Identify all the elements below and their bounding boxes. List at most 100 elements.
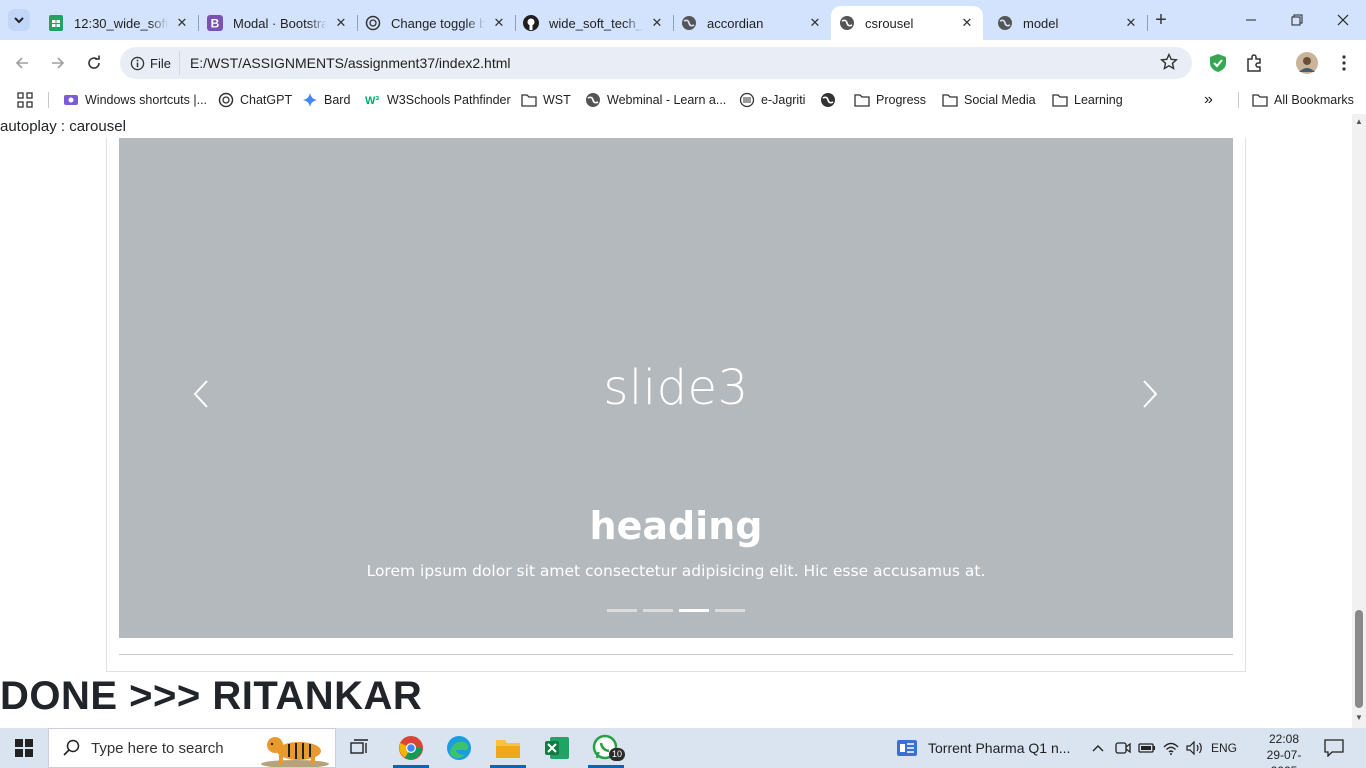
info-icon (130, 56, 145, 70)
close-icon[interactable]: ✕ (1123, 15, 1139, 31)
tab-accordian[interactable]: accordian ✕ (673, 6, 831, 40)
taskbar-edge[interactable] (435, 728, 483, 768)
globe-icon (839, 15, 855, 31)
tab-csrousel[interactable]: csrousel ✕ (831, 6, 983, 40)
language-indicator[interactable]: ENG (1210, 738, 1238, 758)
chevron-down-icon (14, 17, 24, 24)
battery-icon[interactable] (1137, 738, 1157, 758)
taskbar-file-explorer[interactable] (484, 728, 532, 768)
w3schools-icon: W³ (365, 92, 381, 108)
clock-time: 22:08 (1268, 732, 1300, 746)
svg-text:W³: W³ (365, 95, 379, 107)
apps-grid-button[interactable] (17, 90, 33, 110)
menu-kebab-icon[interactable] (1333, 52, 1355, 74)
close-icon[interactable]: ✕ (333, 15, 349, 31)
system-clock[interactable]: 22:08 29-07-2025 (1254, 731, 1314, 768)
close-icon[interactable]: ✕ (807, 15, 823, 31)
profile-avatar[interactable] (1296, 52, 1318, 74)
tab-bootstrap[interactable]: B Modal · Bootstra ✕ (199, 6, 358, 40)
reload-icon (88, 55, 100, 69)
scroll-down-arrow-icon[interactable]: ▼ (1355, 714, 1363, 722)
tab-title: accordian (707, 15, 764, 31)
site-info-button[interactable]: File (126, 51, 180, 75)
tray-overflow-chevron-icon[interactable] (1088, 738, 1108, 758)
tab-search-button[interactable] (8, 9, 30, 31)
close-icon[interactable]: ✕ (174, 15, 190, 31)
taskbar-chrome[interactable] (387, 728, 435, 768)
back-button[interactable] (8, 49, 36, 77)
bookmark-globe[interactable] (820, 90, 842, 110)
arrow-left-icon (15, 57, 28, 69)
task-view-button[interactable] (336, 728, 384, 768)
scrollbar-thumb[interactable] (1355, 610, 1363, 708)
tab-chatgpt[interactable]: Change toggle b ✕ (357, 6, 516, 40)
bookmark-learning[interactable]: Learning (1052, 90, 1123, 110)
bookmark-windows-shortcuts[interactable]: Windows shortcuts |... (63, 90, 207, 110)
notifications-button[interactable] (1322, 736, 1346, 760)
tab-sheets[interactable]: 12:30_wide_soft_ ✕ (40, 6, 199, 40)
reload-button[interactable] (80, 49, 108, 77)
tab-title: model (1023, 15, 1059, 31)
start-button[interactable] (0, 728, 48, 768)
edge-icon (447, 736, 471, 760)
carousel-caption-text: Lorem ipsum dolor sit amet consectetur a… (366, 562, 986, 580)
page-viewport: autoplay : carousel slide3 heading Lorem… (0, 114, 1352, 728)
wifi-icon[interactable] (1161, 738, 1181, 758)
vertical-scrollbar[interactable]: ▲ ▼ (1352, 114, 1366, 728)
minimize-button[interactable] (1228, 0, 1274, 40)
tab-title: csrousel (865, 15, 914, 31)
extensions-puzzle-icon[interactable] (1243, 52, 1265, 74)
excel-icon (545, 737, 569, 759)
taskbar-search-box[interactable]: Type here to search (48, 728, 336, 768)
carousel-indicator-2[interactable] (643, 609, 673, 612)
carousel-indicator-1[interactable] (607, 609, 637, 612)
meet-now-icon[interactable] (1113, 738, 1133, 758)
volume-icon[interactable] (1185, 738, 1205, 758)
globe-icon (997, 15, 1013, 31)
forward-button[interactable] (44, 49, 72, 77)
url-text[interactable]: E:/WST/ASSIGNMENTS/assignment37/index2.h… (190, 55, 511, 71)
file-explorer-icon (496, 740, 520, 758)
bookmark-bard[interactable]: Bard (302, 90, 350, 110)
all-bookmarks-label: All Bookmarks (1274, 93, 1354, 107)
taskbar-whatsapp[interactable]: 10 (582, 728, 630, 768)
shield-extension-icon[interactable] (1207, 52, 1229, 74)
scroll-up-arrow-icon[interactable]: ▲ (1355, 118, 1363, 126)
task-view-icon (350, 739, 368, 754)
tab-model[interactable]: model ✕ (989, 6, 1148, 40)
tab-title: wide_soft_tech_1 (549, 15, 643, 31)
horizontal-rule (119, 654, 1233, 655)
bookmark-label: Webminal - Learn a... (607, 93, 727, 107)
carousel-next-button[interactable] (1129, 374, 1169, 414)
bookmark-label: Windows shortcuts |... (85, 93, 208, 107)
tab-title: Change toggle b (391, 15, 485, 31)
bookmark-wst[interactable]: WST (521, 90, 571, 110)
bookmark-chatgpt[interactable]: ChatGPT (218, 90, 292, 110)
close-window-button[interactable] (1320, 0, 1366, 40)
arrow-right-icon (52, 57, 65, 69)
bookmarks-overflow-button[interactable]: » (1204, 90, 1213, 110)
bookmark-progress[interactable]: Progress (854, 90, 926, 110)
link-icon (63, 92, 79, 108)
close-icon[interactable]: ✕ (959, 15, 975, 31)
tab-github[interactable]: wide_soft_tech_1 ✕ (515, 6, 674, 40)
address-bar[interactable]: File E:/WST/ASSIGNMENTS/assignment37/ind… (120, 47, 1192, 79)
carousel-indicator-3[interactable] (679, 609, 709, 612)
new-tab-button[interactable]: + (1150, 9, 1172, 31)
bookmark-webminal[interactable]: Webminal - Learn a... (585, 90, 726, 110)
slide-placeholder-text: slide3 (603, 360, 749, 416)
carousel-prev-button[interactable] (182, 374, 222, 414)
bookmark-w3schools[interactable]: W³ W3Schools Pathfinder (365, 90, 511, 110)
bookmark-social-media[interactable]: Social Media (942, 90, 1036, 110)
all-bookmarks-button[interactable]: All Bookmarks (1252, 90, 1354, 110)
bookmark-star-icon[interactable] (1159, 52, 1179, 74)
bookmark-ejagriti[interactable]: e-Jagriti (739, 90, 805, 110)
taskbar-excel[interactable] (533, 728, 581, 768)
carousel-indicator-4[interactable] (715, 609, 745, 612)
close-icon[interactable]: ✕ (491, 15, 507, 31)
restore-button[interactable] (1274, 0, 1320, 40)
search-placeholder: Type here to search (91, 739, 224, 757)
close-icon[interactable]: ✕ (649, 15, 665, 31)
search-icon (63, 739, 80, 756)
news-widget[interactable]: Torrent Pharma Q1 n... (896, 728, 1070, 768)
